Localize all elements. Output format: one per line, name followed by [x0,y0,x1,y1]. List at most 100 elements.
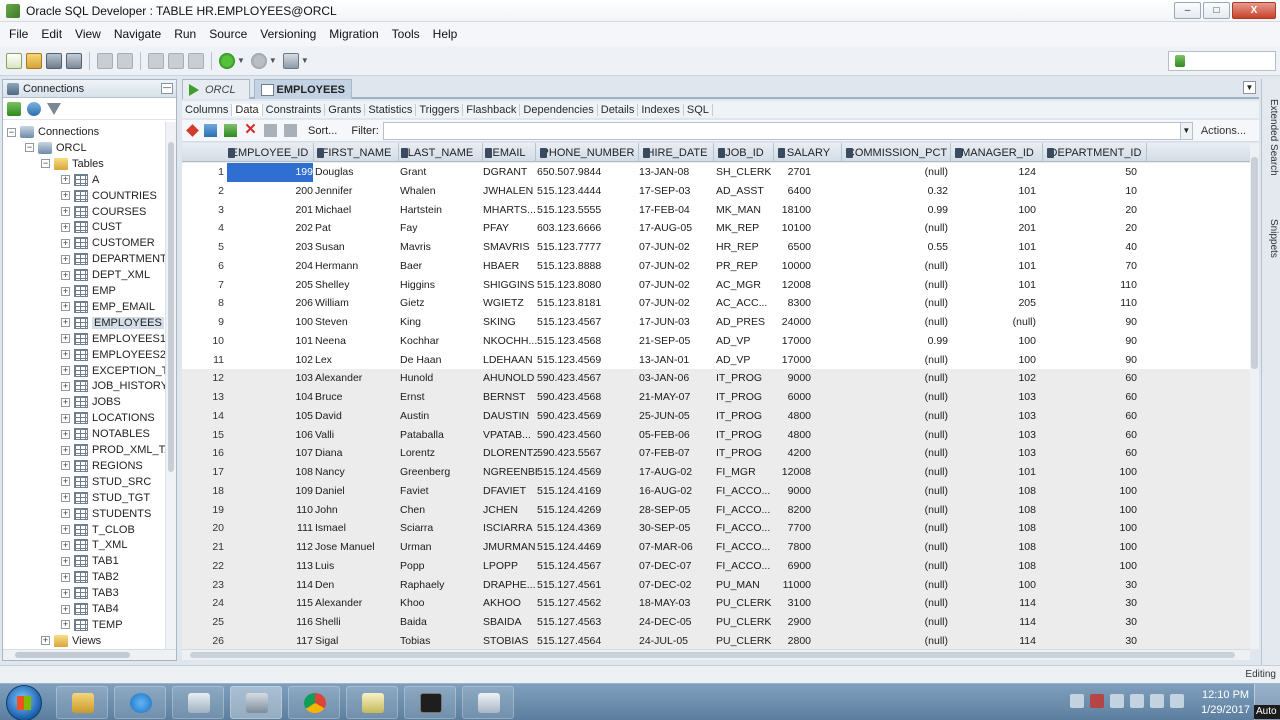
cell-commission-pct[interactable]: (null) [844,163,948,182]
volume-icon[interactable] [1130,694,1144,708]
cell-department-id[interactable]: 20 [1045,201,1137,220]
cell-last-name[interactable]: Urman [400,538,480,557]
cell-last-name[interactable]: Faviet [400,482,480,501]
expand-icon[interactable]: + [61,572,70,582]
cell-salary[interactable]: 7800 [776,538,811,557]
expand-icon[interactable]: + [41,636,50,646]
cell-hire-date[interactable]: 13-JAN-08 [639,163,715,182]
cell-job-id[interactable]: IT_PROG [716,369,784,388]
cell-last-name[interactable]: Sciarra [400,519,480,538]
expand-icon[interactable]: + [61,302,70,312]
cell-email[interactable]: SMAVRIS [483,238,537,257]
snippets-tab[interactable]: Snippets [1264,219,1279,258]
menu-tools[interactable]: Tools [387,27,425,41]
tree-table-t-clob[interactable]: + T_CLOB [61,522,135,538]
cell-salary[interactable]: 2900 [776,613,811,632]
subtab-triggers[interactable]: Triggers [416,103,464,116]
cell-department-id[interactable]: 100 [1045,463,1137,482]
cell-manager-id[interactable]: 108 [953,482,1036,501]
cell-first-name[interactable]: Bruce [315,388,397,407]
cell-department-id[interactable]: 90 [1045,351,1137,370]
tree-table-stud-src[interactable]: + STUD_SRC [61,474,151,490]
cell-employee-id[interactable]: 199 [227,163,313,182]
cell-phone-number[interactable]: 515.124.4569 [537,463,637,482]
table-row[interactable]: 18 109 Daniel Faviet DFAVIET 515.124.4169 16-A… [182,481,1250,501]
cell-job-id[interactable]: AD_VP [716,351,784,370]
cell-hire-date[interactable]: 07-JUN-02 [639,238,715,257]
cell-manager-id[interactable]: 103 [953,388,1036,407]
cell-hire-date[interactable]: 17-JUN-03 [639,313,715,332]
close-button[interactable]: X [1232,2,1276,19]
cell-email[interactable]: DFAVIET [483,482,537,501]
cell-email[interactable]: HBAER [483,257,537,276]
cell-job-id[interactable]: IT_PROG [716,426,784,445]
cell-employee-id[interactable]: 200 [227,182,313,201]
tree-table-notables[interactable]: + NOTABLES [61,426,150,442]
cell-email[interactable]: DGRANT [483,163,537,182]
cell-commission-pct[interactable]: (null) [844,594,948,613]
cell-last-name[interactable]: Austin [400,407,480,426]
column-header-hire-date[interactable]: HIRE_DATE [641,143,714,162]
cell-hire-date[interactable]: 17-FEB-04 [639,201,715,220]
table-row[interactable]: 5 203 Susan Mavris SMAVRIS 515.123.7777 07-JUN… [182,238,1250,257]
cell-phone-number[interactable]: 515.123.4569 [537,351,637,370]
expand-icon[interactable]: + [61,318,70,328]
cell-manager-id[interactable]: 114 [953,594,1036,613]
cut-icon[interactable] [148,52,164,69]
cell-phone-number[interactable]: 515.124.4269 [537,501,637,520]
tray-app-icon[interactable] [1090,694,1104,708]
cell-hire-date[interactable]: 05-FEB-06 [639,426,715,445]
expand-icon[interactable]: + [61,222,70,232]
cell-last-name[interactable]: Baer [400,257,480,276]
cell-last-name[interactable]: Khoo [400,594,480,613]
cell-phone-number[interactable]: 590.423.5567 [537,444,637,463]
tree-table-job-history[interactable]: + JOB_HISTORY [61,378,165,394]
cell-employee-id[interactable]: 115 [227,594,313,613]
cell-commission-pct[interactable]: (null) [844,313,948,332]
cell-commission-pct[interactable]: (null) [844,463,948,482]
expand-icon[interactable]: + [61,350,70,360]
cell-department-id[interactable]: 40 [1045,238,1137,257]
cell-job-id[interactable]: SH_CLERK [716,163,784,182]
tree-table-temp[interactable]: + TEMP [61,617,123,633]
tree-table-t-xml[interactable]: + T_XML [61,537,127,553]
expand-icon[interactable]: + [61,509,70,519]
cell-first-name[interactable]: Pat [315,219,397,238]
cell-manager-id[interactable]: 108 [953,557,1036,576]
cell-salary[interactable]: 17000 [776,351,811,370]
cell-first-name[interactable]: Michael [315,201,397,220]
tree-connections-root[interactable]: − Connections [7,124,99,140]
cell-manager-id[interactable]: 101 [953,182,1036,201]
cell-salary[interactable]: 10100 [776,219,811,238]
cell-employee-id[interactable]: 206 [227,294,313,313]
cell-commission-pct[interactable]: (null) [844,557,948,576]
cell-commission-pct[interactable]: (null) [844,576,948,595]
subtab-sql[interactable]: SQL [684,103,713,116]
table-row[interactable]: 24 115 Alexander Khoo AKHOO 515.127.4562 18-MA… [182,594,1250,613]
tree-table-regions[interactable]: + REGIONS [61,458,143,474]
cell-department-id[interactable]: 110 [1045,276,1137,295]
cell-salary[interactable]: 10000 [776,257,811,276]
cell-salary[interactable]: 9000 [776,369,811,388]
cell-department-id[interactable]: 100 [1045,482,1137,501]
cell-hire-date[interactable]: 21-SEP-05 [639,332,715,351]
column-header-phone-number[interactable]: PHONE_NUMBER [538,143,639,162]
cell-commission-pct[interactable]: (null) [844,388,948,407]
refresh-icon[interactable] [27,101,41,116]
column-menu-icon[interactable] [540,148,547,158]
cell-department-id[interactable]: 90 [1045,313,1137,332]
cell-first-name[interactable]: David [315,407,397,426]
extended-search-tab[interactable]: Extended Search [1264,99,1279,176]
cell-commission-pct[interactable]: (null) [844,632,948,649]
cell-first-name[interactable]: Sigal [315,632,397,649]
cell-department-id[interactable]: 60 [1045,444,1137,463]
cell-phone-number[interactable]: 515.123.5555 [537,201,637,220]
cell-manager-id[interactable]: 101 [953,238,1036,257]
stop-icon[interactable] [250,52,267,69]
cell-last-name[interactable]: Chen [400,501,480,520]
cell-employee-id[interactable]: 105 [227,407,313,426]
cell-salary[interactable]: 2701 [776,163,811,182]
column-menu-icon[interactable] [401,148,408,158]
cell-employee-id[interactable]: 112 [227,538,313,557]
cell-email[interactable]: BERNST [483,388,537,407]
